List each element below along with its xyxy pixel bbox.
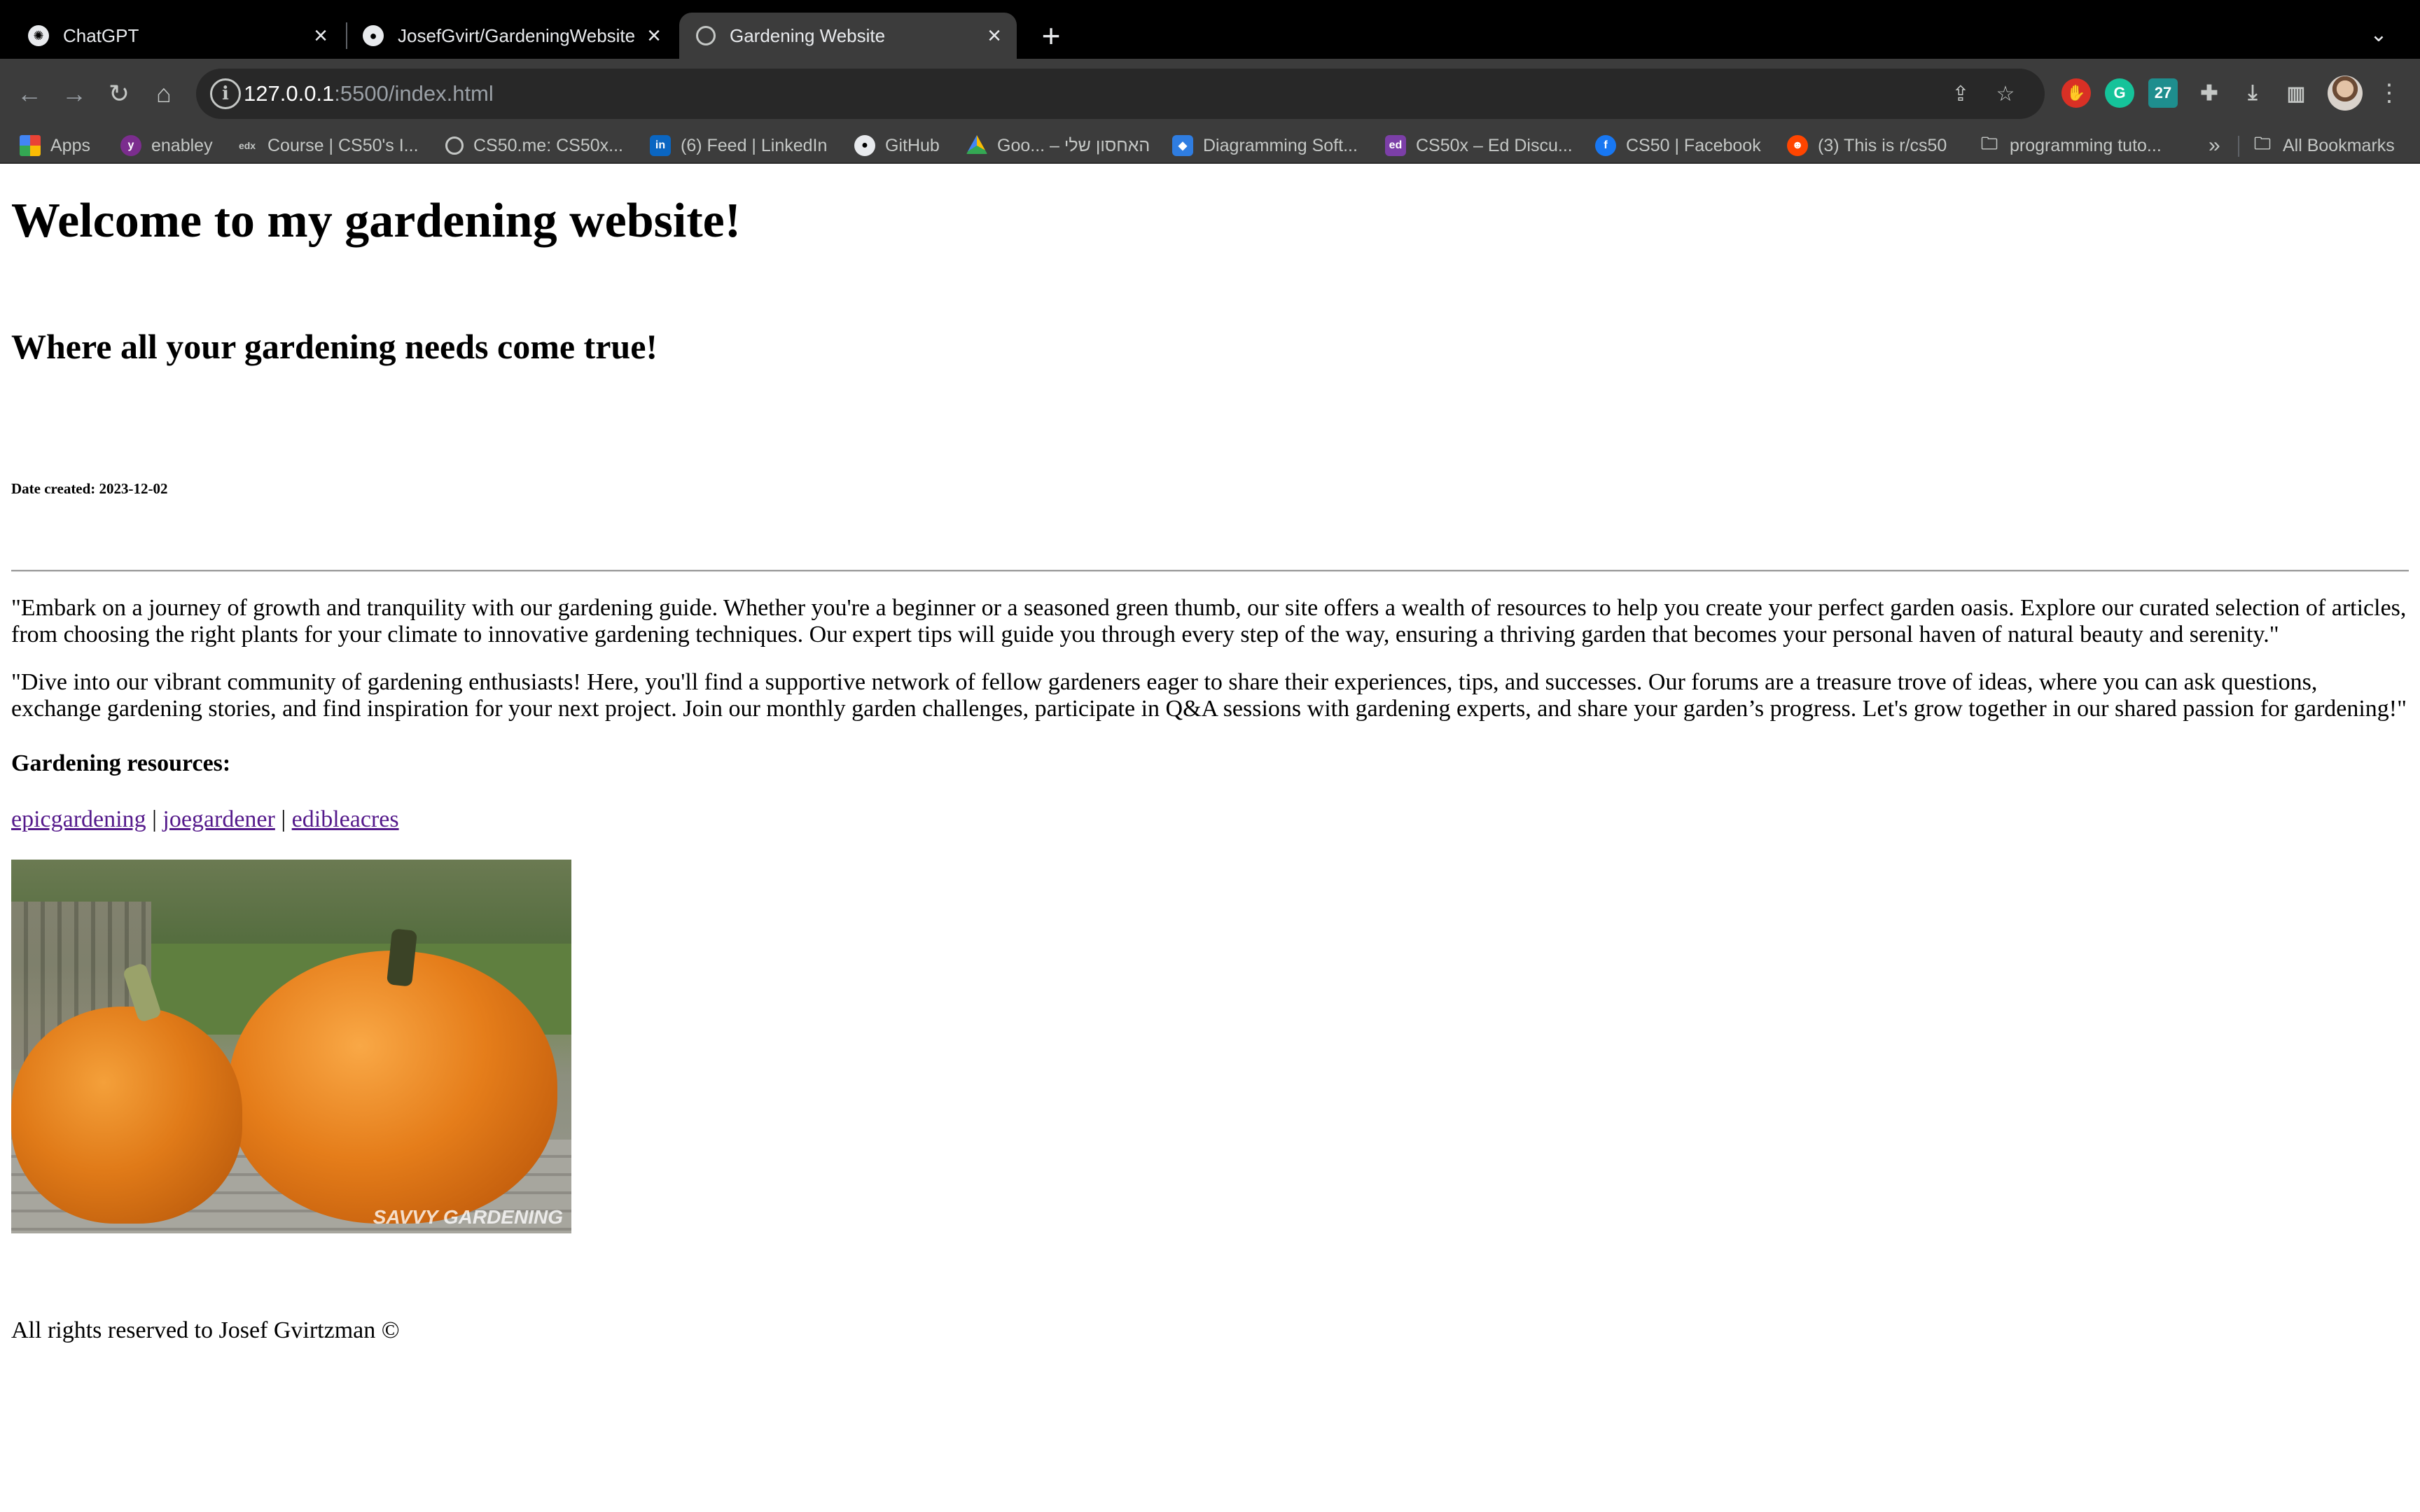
back-icon[interactable]: ← — [8, 73, 50, 115]
pumpkins-image: SAVVY GARDENING — [11, 860, 571, 1233]
adblock-extension-icon[interactable]: ✋ — [2061, 78, 2091, 108]
share-icon[interactable]: ⇪ — [1945, 78, 1976, 109]
site-info-icon[interactable]: i — [210, 78, 241, 109]
url-host: 127.0.0.1 — [244, 81, 335, 106]
resource-links: epicgardening | joegardener | edibleacre… — [11, 806, 399, 833]
bookmark-google-drive[interactable]: Goo... – האחסון שלי — [966, 129, 1150, 162]
bookmark-folder-programming[interactable]: 🗀 programming tuto... — [1979, 129, 2162, 162]
close-icon[interactable]: × — [640, 22, 668, 50]
enabley-icon: y — [120, 135, 141, 156]
bookmark-label: enabley — [151, 135, 213, 155]
bookmark-enabley[interactable]: y enabley — [120, 129, 213, 162]
link-separator: | — [152, 806, 157, 832]
bookmark-label: Apps — [50, 135, 90, 155]
page-heading: Welcome to my gardening website! — [11, 194, 742, 248]
tab-title: JosefGvirt/GardeningWebsite — [398, 24, 636, 46]
bookmark-label: GitHub — [885, 135, 940, 155]
bookmark-apps[interactable]: Apps — [20, 129, 90, 162]
address-bar[interactable]: i 127.0.0.1:5500/index.html ⇪ ☆ — [196, 69, 2045, 119]
all-bookmarks-button[interactable]: 🗀 All Bookmarks — [2252, 129, 2395, 162]
bookmark-linkedin[interactable]: in (6) Feed | LinkedIn — [650, 129, 827, 162]
all-bookmarks-label: All Bookmarks — [2283, 135, 2395, 155]
bookmark-reddit[interactable]: ☻ (3) This is r/cs50 — [1787, 129, 1947, 162]
bookmark-cs50-course[interactable]: edx Course | CS50's I... — [237, 129, 419, 162]
calendar-extension-icon[interactable]: 27 — [2148, 78, 2178, 108]
link-separator: | — [281, 806, 286, 832]
bookmarks-divider — [2238, 136, 2239, 157]
more-bookmarks-chevron[interactable]: » — [2209, 129, 2220, 162]
date-created: Date created: 2023-12-02 — [11, 480, 168, 497]
footer-copyright: All rights reserved to Josef Gvirtzman © — [11, 1317, 400, 1343]
large-pumpkin — [228, 951, 557, 1224]
bookmark-diagramming[interactable]: ◆ Diagramming Soft... — [1172, 129, 1358, 162]
tab-title: Gardening Website — [730, 24, 886, 46]
link-edibleacres[interactable]: edibleacres — [292, 806, 399, 832]
edx-icon: edx — [238, 140, 256, 151]
link-epicgardening[interactable]: epicgardening — [11, 806, 146, 832]
bookmark-cs50-me[interactable]: CS50.me: CS50x... — [445, 129, 623, 162]
side-panel-icon[interactable]: ▥ — [2281, 78, 2311, 108]
bookmark-label: (3) This is r/cs50 — [1818, 135, 1947, 155]
bookmark-label: CS50.me: CS50x... — [473, 135, 623, 155]
github-icon: ● — [363, 25, 384, 46]
link-joegardener[interactable]: joegardener — [162, 806, 274, 832]
bookmark-ed-discussion[interactable]: ed CS50x – Ed Discu... — [1385, 129, 1573, 162]
google-drive-icon — [966, 135, 987, 154]
linkedin-icon: in — [650, 135, 671, 156]
tab-strip: ✺ ChatGPT × ● JosefGvirt/GardeningWebsit… — [0, 0, 2420, 59]
url-path: :5500/index.html — [334, 81, 494, 106]
bookmark-label: (6) Feed | LinkedIn — [681, 135, 828, 155]
bookmark-label: CS50x – Ed Discu... — [1416, 135, 1573, 155]
grammarly-extension-icon[interactable]: G — [2105, 78, 2134, 108]
horizontal-rule — [11, 570, 2409, 572]
tab-chatgpt[interactable]: ✺ ChatGPT × — [0, 13, 343, 59]
avatar[interactable] — [2328, 76, 2363, 111]
forward-icon[interactable]: → — [53, 73, 95, 115]
community-paragraph: "Dive into our vibrant community of gard… — [11, 669, 2407, 722]
download-icon[interactable]: ⤓ — [2238, 78, 2267, 108]
bookmark-label: Course | CS50's I... — [267, 135, 419, 155]
home-icon[interactable]: ⌂ — [143, 73, 185, 115]
url-text[interactable]: 127.0.0.1:5500/index.html — [244, 81, 494, 106]
bookmark-facebook[interactable]: f CS50 | Facebook — [1595, 129, 1761, 162]
reddit-icon: ☻ — [1787, 135, 1808, 156]
extensions-puzzle-icon[interactable]: ✚ — [2195, 78, 2224, 108]
tab-github[interactable]: ● JosefGvirt/GardeningWebsite × — [347, 13, 676, 59]
folder-icon: 🗀 — [1981, 134, 1998, 153]
folder-icon: 🗀 — [2254, 134, 2271, 153]
bookmark-label: programming tuto... — [2010, 135, 2162, 155]
bookmark-star-icon[interactable]: ☆ — [1990, 78, 2021, 109]
browser-toolbar: ← → ↻ ⌂ i 127.0.0.1:5500/index.html ⇪ ☆ … — [0, 59, 2420, 129]
bookmark-github[interactable]: ● GitHub — [854, 129, 940, 162]
image-watermark: SAVVY GARDENING — [373, 1206, 563, 1228]
bookmark-label: CS50 | Facebook — [1626, 135, 1761, 155]
ed-icon: ed — [1385, 135, 1406, 156]
globe-icon — [696, 26, 716, 46]
tab-search-chevron-icon[interactable]: ⌄ — [2361, 17, 2396, 52]
tab-gardening-website[interactable]: Gardening Website × — [679, 13, 1017, 59]
small-pumpkin — [11, 1007, 242, 1224]
reload-icon[interactable]: ↻ — [98, 73, 140, 115]
bookmark-label: Goo... – האחסון שלי — [997, 135, 1150, 155]
chatgpt-icon: ✺ — [28, 25, 49, 46]
close-icon[interactable]: × — [980, 22, 1008, 50]
bookmark-label: Diagramming Soft... — [1203, 135, 1358, 155]
new-tab-button[interactable]: + — [1034, 18, 1069, 54]
apps-grid-icon — [20, 135, 41, 156]
diagrams-icon: ◆ — [1172, 135, 1193, 156]
web-page: Welcome to my gardening website! Where a… — [0, 164, 2420, 1512]
bookmarks-bar: Apps y enabley edx Course | CS50's I... … — [0, 129, 2420, 164]
page-subheading: Where all your gardening needs come true… — [11, 327, 658, 366]
globe-icon — [445, 136, 464, 155]
intro-paragraph: "Embark on a journey of growth and tranq… — [11, 595, 2407, 648]
close-icon[interactable]: × — [307, 22, 335, 50]
facebook-icon: f — [1595, 135, 1616, 156]
github-icon: ● — [854, 135, 875, 156]
resources-title: Gardening resources: — [11, 750, 231, 776]
menu-kebab-icon[interactable]: ⋮ — [2375, 76, 2403, 111]
tab-title: ChatGPT — [63, 24, 139, 46]
